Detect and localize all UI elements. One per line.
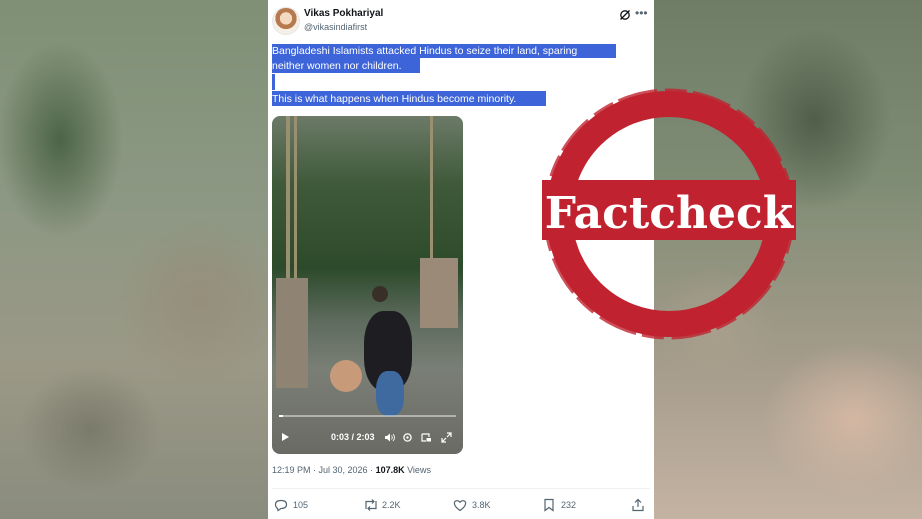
video-frame-wall (276, 278, 308, 388)
tweet-text-line-3: This is what happens when Hindus become … (272, 93, 517, 105)
tweet-timestamp[interactable]: 12:19 PM · Jul 30, 2026 · (272, 465, 376, 475)
volume-icon[interactable] (384, 432, 395, 443)
video-frame-person (330, 360, 362, 392)
fullscreen-icon[interactable] (441, 432, 452, 443)
views-label: Views (404, 465, 431, 475)
bookmark-button[interactable]: 232 (542, 498, 592, 512)
views-count: 107.8K (375, 465, 405, 475)
bookmark-count: 232 (561, 500, 577, 510)
reply-button[interactable]: 105 (274, 498, 324, 512)
bookmark-icon (544, 498, 554, 512)
more-icon[interactable]: ••• (635, 6, 648, 20)
grok-icon[interactable] (619, 9, 631, 21)
tweet-meta: 12:19 PM · Jul 30, 2026 · 107.8K Views (272, 465, 431, 475)
pip-icon[interactable] (421, 432, 432, 443)
video-time: 0:03 / 2:03 (331, 432, 375, 442)
like-count: 3.8K (472, 500, 491, 510)
repost-count: 2.2K (382, 500, 401, 510)
repost-icon (365, 499, 377, 511)
like-icon (453, 500, 467, 512)
avatar[interactable] (272, 7, 300, 35)
video-frame-person (376, 371, 404, 416)
tweet-text-line-2: neither women nor children. (272, 60, 402, 72)
video-frame-tree (430, 116, 433, 266)
reply-icon (274, 499, 288, 512)
author-handle[interactable]: @vikasindiafirst (304, 22, 367, 32)
reply-count: 105 (293, 500, 309, 510)
factcheck-stamp: Factcheck (542, 88, 796, 340)
blurred-background-left (0, 0, 268, 519)
selection-highlight (272, 74, 275, 90)
video-player[interactable]: 0:03 / 2:03 (272, 116, 463, 454)
tweet-text-line-1: Bangladeshi Islamists attacked Hindus to… (272, 45, 578, 57)
like-button[interactable]: 3.8K (453, 498, 503, 512)
author-name[interactable]: Vikas Pokhariyal (304, 8, 383, 19)
settings-icon[interactable] (402, 432, 413, 443)
video-progress-bar[interactable] (279, 415, 456, 417)
play-icon[interactable] (282, 433, 289, 441)
video-controls: 0:03 / 2:03 (272, 424, 463, 450)
share-button[interactable] (631, 498, 647, 512)
video-frame-person (372, 286, 388, 302)
video-progress-fill (279, 415, 284, 417)
video-frame-wall (420, 258, 458, 328)
share-icon (632, 498, 644, 512)
factcheck-text: Factcheck (545, 188, 795, 239)
repost-button[interactable]: 2.2K (363, 498, 413, 512)
divider (272, 488, 650, 489)
